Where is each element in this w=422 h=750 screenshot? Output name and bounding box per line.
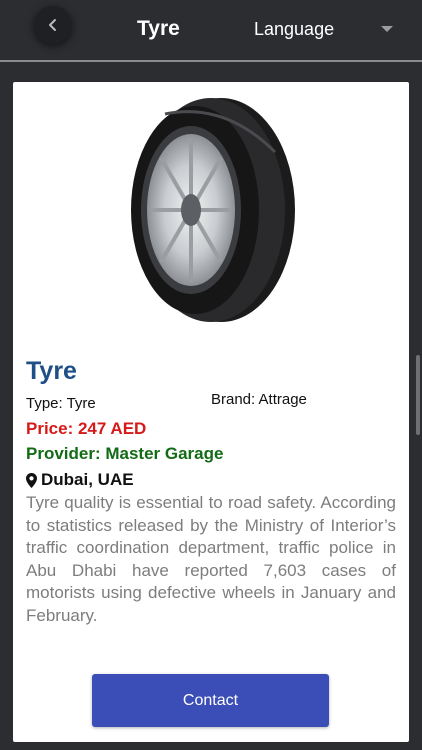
page-title: Tyre bbox=[137, 17, 180, 40]
product-brand: Brand: Attrage bbox=[211, 391, 307, 408]
top-app-bar: Tyre Language bbox=[0, 0, 422, 62]
product-title: Tyre bbox=[26, 357, 77, 385]
tyre-image bbox=[131, 98, 295, 322]
product-provider: Provider: Master Garage bbox=[26, 444, 224, 463]
product-description: Tyre quality is essential to road safety… bbox=[26, 493, 396, 625]
product-card: Tyre Type: Tyre Brand: Attrage Price: 24… bbox=[13, 82, 409, 742]
product-type: Type: Tyre bbox=[26, 395, 96, 412]
caret-down-icon[interactable] bbox=[381, 26, 393, 32]
contact-button[interactable]: Contact bbox=[92, 674, 329, 727]
map-marker-icon bbox=[26, 472, 37, 488]
back-button[interactable] bbox=[34, 6, 72, 44]
product-location: Dubai, UAE bbox=[26, 470, 134, 490]
chevron-left-icon bbox=[49, 19, 56, 31]
language-selector[interactable]: Language bbox=[254, 19, 334, 40]
scrollbar[interactable] bbox=[416, 355, 420, 435]
location-text: Dubai, UAE bbox=[41, 470, 134, 489]
product-price: Price: 247 AED bbox=[26, 419, 147, 438]
